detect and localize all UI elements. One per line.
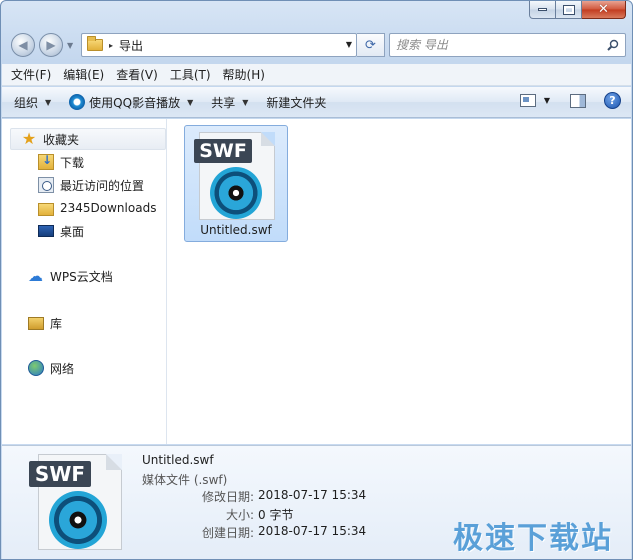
sidebar-item-label: 下载 [60, 155, 85, 170]
explorer-window: ✕ ◀ ▶ ▼ ▸ 导出 ▼ ⟳ 文件(F) 编辑(E) 查看(V) 工具(T)… [0, 0, 633, 560]
sidebar-item-downloads[interactable]: 下载 [38, 153, 84, 171]
file-item-untitled-swf[interactable]: SWF Untitled.swf [184, 125, 288, 242]
chevron-down-icon: ▼ [242, 97, 249, 107]
address-dropdown-icon[interactable]: ▼ [346, 40, 352, 49]
arrow-left-icon: ◀ [18, 38, 28, 52]
sidebar-item-wps-cloud[interactable]: ☁ WPS云文档 [28, 267, 113, 285]
refresh-icon: ⟳ [365, 37, 376, 53]
breadcrumb-folder[interactable]: 导出 [119, 37, 143, 54]
details-file-type: 媒体文件 (.swf) [142, 473, 228, 487]
sidebar-item-2345downloads[interactable]: 2345Downloads [38, 199, 156, 217]
search-icon[interactable] [607, 39, 619, 51]
swf-file-icon: SWF [194, 132, 275, 220]
chevron-down-icon: ▼ [187, 97, 194, 107]
navigation-bar: ◀ ▶ ▼ ▸ 导出 ▼ ⟳ [9, 31, 626, 59]
caption-buttons: ✕ [529, 1, 626, 19]
share-button[interactable]: 共享 ▼ [211, 94, 248, 111]
forward-button[interactable]: ▶ [39, 33, 63, 57]
sidebar-item-libraries[interactable]: 库 [28, 314, 62, 332]
recent-pages-dropdown[interactable]: ▼ [67, 41, 73, 50]
recent-places-icon [38, 177, 54, 193]
new-folder-button[interactable]: 新建文件夹 [266, 94, 326, 111]
details-value: 0 字节 [258, 508, 294, 522]
sidebar-item-label: 桌面 [60, 224, 85, 239]
menu-view[interactable]: 查看(V) [116, 66, 158, 83]
new-folder-label: 新建文件夹 [266, 95, 327, 110]
breadcrumb-separator[interactable]: ▸ [109, 41, 113, 50]
sidebar-item-label: 网络 [50, 361, 75, 376]
desktop-icon [38, 225, 54, 237]
file-list: SWF Untitled.swf [168, 119, 631, 444]
swf-badge: SWF [29, 461, 91, 487]
search-input[interactable] [396, 38, 596, 52]
open-with-label: 使用QQ影音播放 [89, 95, 181, 110]
details-key: 创建日期: [201, 526, 254, 540]
details-file-name: Untitled.swf [142, 453, 214, 467]
view-options-dropdown-icon[interactable]: ▼ [544, 96, 550, 105]
sidebar-item-label: 2345Downloads [60, 201, 157, 215]
network-icon [28, 360, 44, 376]
details-key: 大小: [225, 508, 254, 522]
search-box[interactable] [389, 33, 626, 57]
swf-badge: SWF [194, 139, 252, 163]
library-icon [28, 316, 44, 330]
refresh-button[interactable]: ⟳ [357, 33, 385, 57]
sidebar-favorites[interactable]: ★ 收藏夹 [10, 128, 166, 150]
open-with-button[interactable]: 使用QQ影音播放 ▼ [69, 94, 193, 111]
preview-pane-icon[interactable] [570, 93, 586, 108]
sidebar-item-label: 收藏夹 [43, 132, 80, 147]
folder-icon [38, 202, 54, 216]
minimize-button[interactable] [529, 1, 556, 19]
menu-file[interactable]: 文件(F) [11, 66, 51, 83]
details-value: 2018-07-17 15:34 [258, 524, 367, 538]
close-button[interactable]: ✕ [582, 1, 626, 19]
file-name: Untitled.swf [200, 223, 272, 237]
sidebar-item-label: 最近访问的位置 [60, 178, 145, 193]
back-button[interactable]: ◀ [11, 33, 35, 57]
share-label: 共享 [211, 95, 236, 110]
command-bar: 组织 ▼ 使用QQ影音播放 ▼ 共享 ▼ 新建文件夹 ▼ ? [2, 87, 631, 118]
star-icon: ★ [21, 129, 37, 148]
chevron-down-icon: ▼ [45, 97, 52, 107]
folder-icon [87, 36, 103, 51]
sidebar-item-network[interactable]: 网络 [28, 359, 74, 377]
arrow-right-icon: ▶ [46, 38, 56, 52]
film-reel-icon [49, 491, 107, 549]
view-controls: ▼ ? [519, 92, 621, 109]
address-bar[interactable]: ▸ 导出 ▼ [81, 33, 357, 57]
help-icon[interactable]: ? [604, 92, 621, 109]
maximize-icon [562, 4, 575, 15]
close-icon: ✕ [598, 2, 609, 17]
qq-player-icon [69, 94, 86, 110]
menu-bar: 文件(F) 编辑(E) 查看(V) 工具(T) 帮助(H) [2, 64, 631, 86]
sidebar-item-label: 库 [50, 316, 63, 331]
menu-help[interactable]: 帮助(H) [223, 66, 265, 83]
organize-label: 组织 [14, 95, 39, 110]
details-pane: SWF Untitled.swf 媒体文件 (.swf) 修改日期: 2018-… [2, 445, 631, 559]
sidebar-item-desktop[interactable]: 桌面 [38, 222, 84, 240]
menu-edit[interactable]: 编辑(E) [63, 66, 104, 83]
sidebar-item-label: WPS云文档 [50, 269, 113, 284]
details-value: 2018-07-17 15:34 [258, 488, 367, 502]
swf-file-icon: SWF [29, 454, 122, 550]
navigation-pane: ★ 收藏夹 下载 最近访问的位置 2345Downloads 桌面 ☁ WP [2, 119, 167, 444]
organize-button[interactable]: 组织 ▼ [14, 94, 51, 111]
maximize-button[interactable] [556, 1, 582, 19]
content-area: ★ 收藏夹 下载 最近访问的位置 2345Downloads 桌面 ☁ WP [2, 119, 631, 444]
details-key: 修改日期: [201, 490, 254, 504]
change-view-icon[interactable] [519, 94, 536, 107]
sidebar-item-recent[interactable]: 最近访问的位置 [38, 176, 144, 194]
minimize-icon [538, 8, 547, 11]
download-folder-icon [38, 153, 54, 170]
watermark-logo: 极速下载站 [453, 521, 613, 556]
cloud-icon: ☁ [28, 267, 43, 285]
menu-tools[interactable]: 工具(T) [170, 66, 211, 83]
film-reel-icon [210, 167, 262, 219]
